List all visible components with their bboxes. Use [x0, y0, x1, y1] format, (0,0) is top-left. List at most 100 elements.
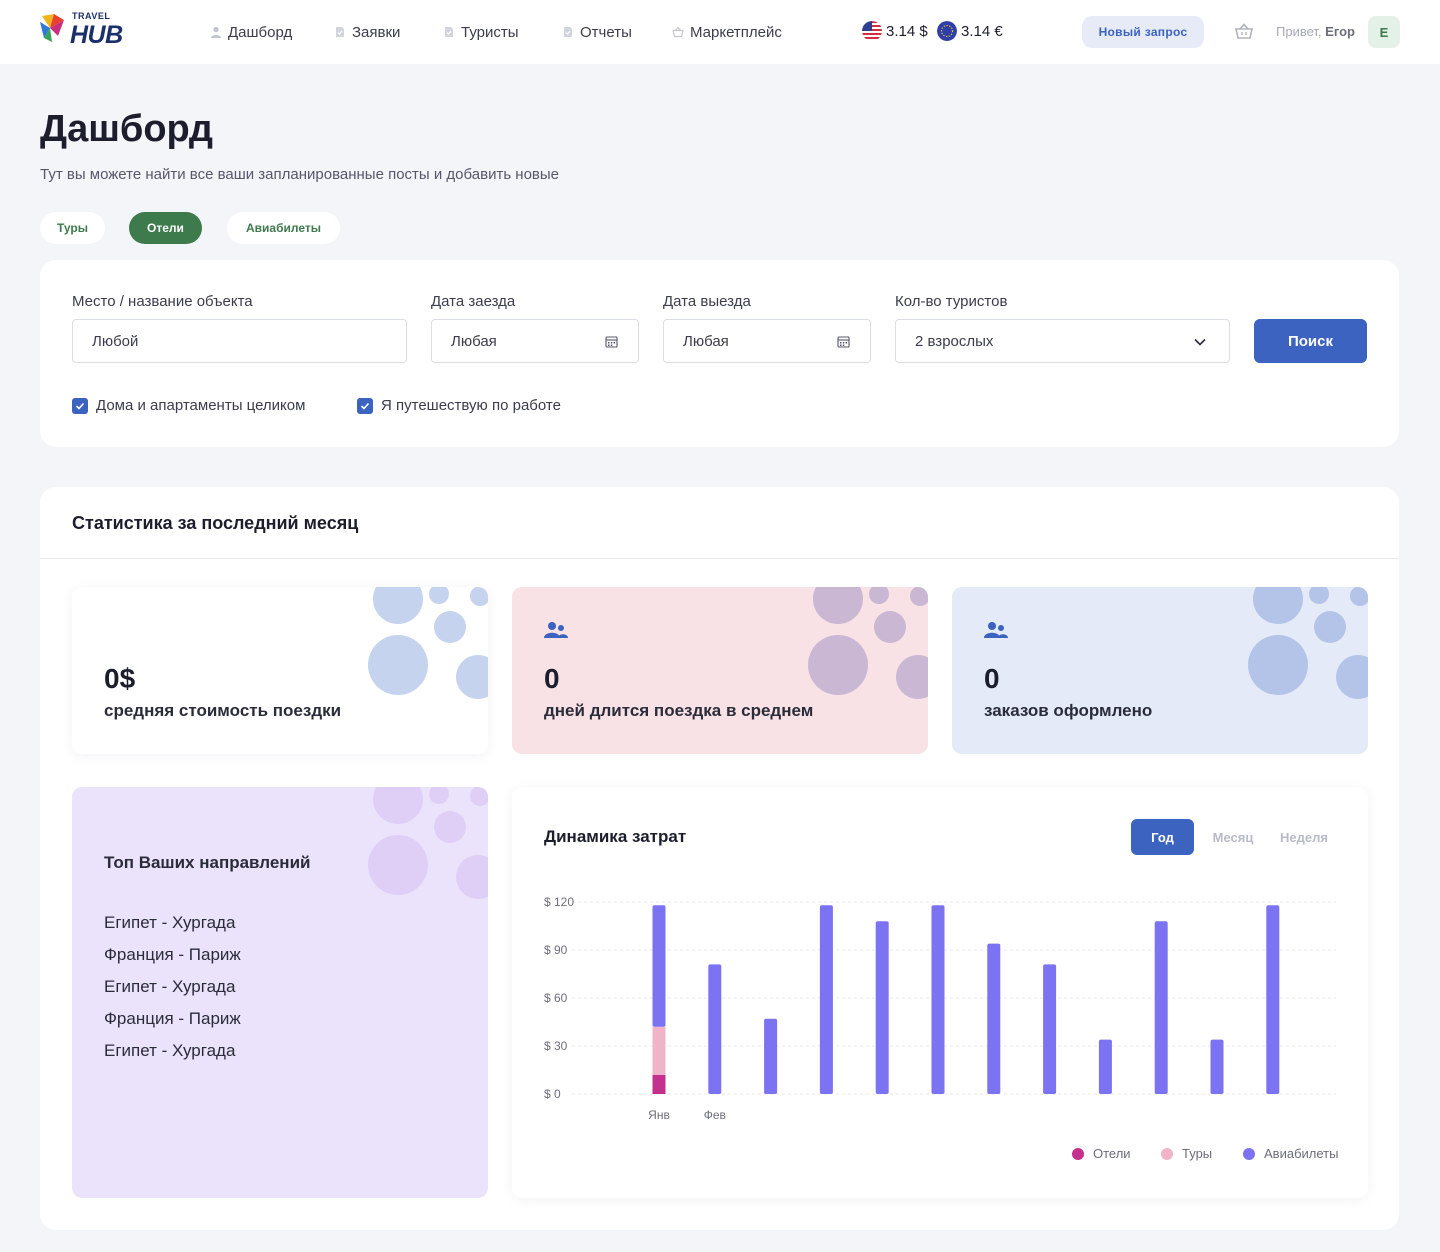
tab-flights[interactable]: Авиабилеты [227, 212, 340, 244]
decorative-bubbles-icon [1248, 587, 1368, 699]
calendar-icon [837, 336, 850, 348]
top-header: TRAVEL HUB Дашборд Заявки Туристы Отчеты… [0, 0, 1440, 64]
avg-cost-label: средняя стоимость поездки [104, 701, 342, 720]
page-title: Дашборд [40, 108, 213, 150]
basket-icon [672, 26, 684, 38]
place-label: Место / название объекта [72, 293, 253, 310]
bar-11-Авиабилеты [1210, 1039, 1224, 1094]
document-icon [564, 27, 572, 37]
trip-days-tile: 0 дней длится поездка в среднем [512, 587, 928, 754]
bar-2-Авиабилеты [708, 964, 722, 1094]
checkin-date-input[interactable]: Любая [431, 319, 639, 363]
decorative-bubbles-icon [808, 587, 928, 699]
orders-value: 0 [984, 663, 1000, 694]
bar-7-Авиабилеты [987, 943, 1001, 1094]
statistics-panel: Статистика за последний месяц 0$ средняя… [40, 487, 1399, 1230]
checkbox-label: Дома и апартаменты целиком [96, 397, 306, 414]
bar-10-Авиабилеты [1154, 921, 1168, 1094]
chevron-down-icon [1194, 338, 1206, 346]
tab-hotels[interactable]: Отели [129, 212, 202, 244]
nav-tourists[interactable]: Туристы [443, 22, 519, 42]
orders-tile: 0 заказов оформлено [952, 587, 1368, 754]
tourists-value: 2 взрослых [915, 332, 994, 350]
y-tick-label: $ 0 [544, 1087, 561, 1101]
destination-item[interactable]: Франция - Париж [104, 945, 241, 965]
avg-cost-value: 0$ [104, 663, 136, 694]
greeting-prefix: Привет, [1276, 24, 1322, 39]
checkout-date-input[interactable]: Любая [663, 319, 871, 363]
eu-flag-icon [937, 21, 957, 41]
search-button[interactable]: Поиск [1254, 319, 1367, 363]
legend-dot [1072, 1147, 1084, 1160]
tourists-select[interactable]: 2 взрослых [895, 319, 1230, 363]
hotel-search-form: Место / название объекта Любой Дата заез… [40, 260, 1399, 447]
bar-3-Авиабилеты [764, 1018, 778, 1094]
y-tick-label: $ 120 [544, 895, 574, 909]
trip-days-label: дней длится поездка в среднем [544, 701, 814, 720]
stats-title: Статистика за последний месяц [72, 513, 359, 533]
x-tick-label: Фев [704, 1108, 726, 1122]
legend-label: Авиабилеты [1264, 1146, 1339, 1161]
eur-rate: 3.14 € [937, 21, 1003, 41]
nav-label: Заявки [352, 23, 401, 41]
checkbox-whole-homes[interactable]: Дома и апартаменты целиком [72, 397, 305, 414]
bar-1-Авиабилеты [652, 905, 666, 1027]
nav-label: Дашборд [228, 23, 293, 41]
legend-dot [1243, 1147, 1255, 1160]
users-icon [544, 622, 568, 638]
place-input[interactable]: Любой [72, 319, 407, 363]
travel-hub-logo[interactable]: TRAVEL HUB [38, 10, 138, 50]
bar-1-Отели [652, 1074, 666, 1094]
checkbox-label: Я путешествую по работе [381, 397, 561, 414]
bar-12-Авиабилеты [1266, 905, 1280, 1094]
destination-item[interactable]: Египет - Хургада [104, 913, 235, 933]
user-name: Егор [1325, 24, 1355, 39]
calendar-icon [605, 336, 618, 348]
legend-label: Туры [1182, 1146, 1213, 1161]
logo-big-text: HUB [70, 21, 123, 49]
bar-6-Авиабилеты [931, 905, 945, 1094]
destination-item[interactable]: Франция - Париж [104, 1009, 241, 1029]
users-icon [984, 622, 1008, 638]
top-destinations-tile: Топ Ваших направлений Египет - Хургада Ф… [72, 787, 488, 1198]
user-icon [211, 26, 221, 38]
legend-dot [1161, 1147, 1173, 1160]
nav-label: Туристы [461, 23, 519, 41]
bar-1-Туры [652, 1026, 666, 1075]
legend-flights: Авиабилеты [1243, 1146, 1338, 1161]
checkin-value: Любая [451, 332, 497, 350]
checkbox-business-trip[interactable]: Я путешествую по работе [357, 397, 561, 414]
destination-item[interactable]: Египет - Хургада [104, 1041, 235, 1061]
bar-8-Авиабилеты [1043, 964, 1057, 1094]
nav-dashboard[interactable]: Дашборд [210, 22, 292, 42]
checkbox-checked-icon [72, 397, 88, 414]
bar-4-Авиабилеты [819, 905, 833, 1094]
usd-rate: 3.14 $ [862, 21, 928, 41]
legend-hotels: Отели [1072, 1146, 1131, 1161]
nav-marketplace[interactable]: Маркетплейс [672, 22, 782, 42]
logo-mark-icon [40, 14, 64, 42]
document-icon [445, 27, 453, 37]
nav-requests[interactable]: Заявки [334, 22, 400, 42]
document-icon [336, 27, 344, 37]
y-tick-label: $ 90 [544, 943, 568, 957]
decorative-bubbles-icon [368, 587, 488, 699]
top-destinations-title: Топ Ваших направлений [104, 853, 311, 872]
new-request-button[interactable]: Новый запрос [1082, 16, 1204, 48]
orders-label: заказов оформлено [984, 701, 1153, 720]
nav-label: Отчеты [580, 23, 632, 41]
page-subtitle: Тут вы можете найти все ваши запланирова… [40, 166, 560, 183]
user-greeting: Привет, Егор [1276, 24, 1355, 39]
destination-item[interactable]: Египет - Хургада [104, 977, 235, 997]
logo-small-text: TRAVEL [72, 11, 111, 21]
tab-tours[interactable]: Туры [40, 212, 105, 244]
avatar[interactable]: Е [1368, 16, 1400, 48]
cart-icon[interactable] [1234, 22, 1254, 42]
nav-reports[interactable]: Отчеты [562, 22, 632, 42]
eur-rate-value: 3.14 € [961, 22, 1003, 40]
x-tick-label: Янв [648, 1108, 670, 1122]
trip-days-value: 0 [544, 663, 560, 694]
legend-tours: Туры [1161, 1146, 1212, 1161]
divider [40, 558, 1399, 559]
checkout-label: Дата выезда [663, 293, 751, 310]
